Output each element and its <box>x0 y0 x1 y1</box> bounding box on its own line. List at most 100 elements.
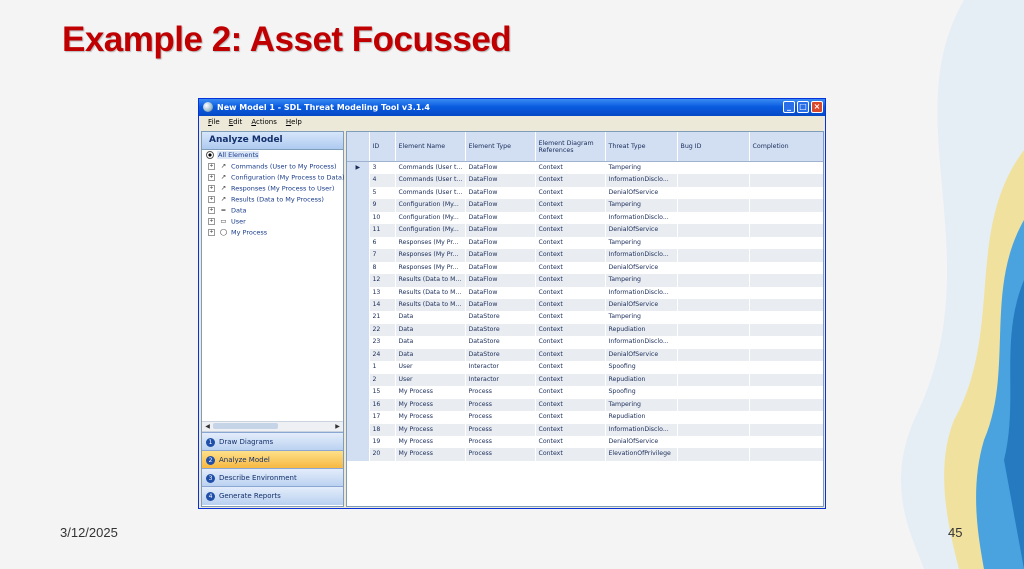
table-cell <box>677 274 750 287</box>
scroll-right-icon[interactable]: ▶ <box>333 422 342 431</box>
table-row[interactable]: 24 Data DataStore Context DenialOfService <box>347 348 823 362</box>
tree-root-all-elements[interactable]: All Elements <box>202 150 343 161</box>
column-header-element-diagram-references[interactable]: Element Diagram References <box>535 132 606 162</box>
maximize-icon[interactable]: □ <box>797 101 809 113</box>
table-cell: Results (Data to M... <box>395 274 466 287</box>
table-row[interactable]: 20 My Process Process Context ElevationOfPri… <box>347 448 823 461</box>
expand-icon[interactable]: + <box>208 207 215 214</box>
table-row[interactable]: 14 Results (Data to M... DataFlow Context De… <box>347 298 823 312</box>
expand-icon[interactable]: + <box>208 174 215 181</box>
column-header-id[interactable]: ID <box>369 132 396 162</box>
table-row[interactable]: 18 My Process Process Context InformationDis… <box>347 423 823 436</box>
nav-generate-reports[interactable]: 4 Generate Reports <box>202 486 343 505</box>
nav-analyze-model[interactable]: 2 Analyze Model <box>202 450 343 469</box>
menu-item-file[interactable]: File <box>208 118 220 126</box>
table-cell <box>677 311 750 324</box>
table-cell: Results (Data to M... <box>395 286 466 299</box>
row-header-cell[interactable] <box>347 174 370 187</box>
table-row[interactable]: 6 Responses (My Pr... DataFlow Context Tampe… <box>347 236 823 250</box>
table-row[interactable]: 2 User Interactor Context Repudiation <box>347 373 823 387</box>
tree-item[interactable]: + ◯ My Process <box>202 227 343 238</box>
column-header-completion[interactable]: Completion <box>749 132 823 162</box>
table-row[interactable]: 11 Configuration (My... DataFlow Context Den… <box>347 224 823 237</box>
expand-icon[interactable]: + <box>208 218 215 225</box>
expand-icon[interactable]: + <box>208 196 215 203</box>
table-row[interactable]: 5 Commands (User t... DataFlow Context Denia… <box>347 186 823 200</box>
table-row[interactable]: 16 My Process Process Context Tampering <box>347 398 823 412</box>
table-row[interactable]: 12 Results (Data to M... DataFlow Context Ta… <box>347 274 823 287</box>
row-header-cell[interactable] <box>347 323 370 337</box>
row-header-cell[interactable] <box>347 261 370 275</box>
row-header-cell[interactable] <box>347 249 370 262</box>
interactor-icon: ▭ <box>220 217 227 225</box>
table-cell: 24 <box>369 348 396 362</box>
row-header-cell[interactable] <box>347 361 370 374</box>
column-header-bug-id[interactable]: Bug ID <box>677 132 750 162</box>
expand-icon[interactable]: + <box>208 163 215 170</box>
minimize-icon[interactable]: _ <box>783 101 795 113</box>
row-header-cell[interactable] <box>347 411 370 424</box>
column-header-element-type[interactable]: Element Type <box>465 132 536 162</box>
table-row[interactable]: 21 Data DataStore Context Tampering <box>347 311 823 324</box>
row-header-cell[interactable] <box>347 199 370 212</box>
nav-describe-environment[interactable]: 3 Describe Environment <box>202 468 343 487</box>
row-header-cell[interactable] <box>347 224 370 237</box>
table-row[interactable]: 10 Configuration (My... DataFlow Context Inf… <box>347 211 823 225</box>
expand-icon[interactable]: + <box>208 229 215 236</box>
table-cell <box>749 386 823 399</box>
menu-item-help[interactable]: Help <box>286 118 302 126</box>
row-header-cell[interactable] <box>347 386 370 399</box>
table-cell: Context <box>535 261 606 275</box>
row-header-cell[interactable] <box>347 186 370 200</box>
table-cell: Context <box>535 336 606 349</box>
table-row[interactable]: 1 User Interactor Context Spoofing <box>347 361 823 374</box>
row-header-cell[interactable] <box>347 286 370 299</box>
tree-item[interactable]: + ↗ Configuration (My Process to Data) <box>202 172 345 183</box>
table-cell <box>749 348 823 362</box>
table-cell <box>677 261 750 275</box>
row-header-cell[interactable] <box>347 398 370 412</box>
table-row[interactable]: 7 Responses (My Pr... DataFlow Context Infor… <box>347 249 823 262</box>
row-header-cell[interactable] <box>347 298 370 312</box>
row-header-cell[interactable] <box>347 348 370 362</box>
row-header-cell[interactable] <box>347 373 370 387</box>
row-header-cell[interactable] <box>347 211 370 225</box>
expand-icon[interactable]: + <box>208 185 215 192</box>
close-icon[interactable]: × <box>811 101 823 113</box>
tree-item[interactable]: + ↗ Results (Data to My Process) <box>202 194 343 205</box>
table-row[interactable]: 22 Data DataStore Context Repudiation <box>347 323 823 337</box>
table-cell <box>677 373 750 387</box>
table-row[interactable]: 19 My Process Process Context DenialOfServic… <box>347 435 823 449</box>
tree-horizontal-scrollbar[interactable]: ◀ ▶ <box>202 421 343 432</box>
table-row[interactable]: ▶ 3 Commands (User t... DataFlow Context Tamp… <box>347 161 823 175</box>
tree-item[interactable]: + ═ Data <box>202 205 343 216</box>
row-header-cell[interactable] <box>347 274 370 287</box>
row-header-cell[interactable] <box>347 423 370 436</box>
tree-item[interactable]: + ↗ Responses (My Process to User) <box>202 183 343 194</box>
table-cell: Tampering <box>605 274 678 287</box>
nav-draw-diagrams[interactable]: 1 Draw Diagrams <box>202 432 343 451</box>
table-cell: InformationDisclo... <box>605 336 678 349</box>
row-header-cell[interactable] <box>347 236 370 250</box>
window-titlebar[interactable]: New Model 1 - SDL Threat Modeling Tool v… <box>199 99 825 116</box>
row-header-cell[interactable] <box>347 435 370 449</box>
row-header-cell[interactable] <box>347 311 370 324</box>
column-header-element-name[interactable]: Element Name <box>395 132 466 162</box>
table-row[interactable]: 9 Configuration (My... DataFlow Context Tamp… <box>347 199 823 212</box>
table-row[interactable]: 13 Results (Data to M... DataFlow Context In… <box>347 286 823 299</box>
table-row[interactable]: 8 Responses (My Pr... DataFlow Context Denia… <box>347 261 823 275</box>
table-row[interactable]: 4 Commands (User t... DataFlow Context Infor… <box>347 174 823 187</box>
row-header-cell[interactable]: ▶ <box>347 161 370 175</box>
column-header-threat-type[interactable]: Threat Type <box>605 132 678 162</box>
scroll-left-icon[interactable]: ◀ <box>203 422 212 431</box>
tree-item[interactable]: + ↗ Commands (User to My Process) <box>202 161 343 172</box>
table-row[interactable]: 15 My Process Process Context Spoofing <box>347 386 823 399</box>
table-row[interactable]: 23 Data DataStore Context InformationDisclo.… <box>347 336 823 349</box>
menu-item-actions[interactable]: Actions <box>251 118 277 126</box>
row-header-cell[interactable] <box>347 336 370 349</box>
row-header-cell[interactable] <box>347 448 370 461</box>
menu-item-edit[interactable]: Edit <box>229 118 243 126</box>
tree-item[interactable]: + ▭ User <box>202 216 343 227</box>
table-row[interactable]: 17 My Process Process Context Repudiation <box>347 411 823 424</box>
scroll-thumb[interactable] <box>213 423 278 429</box>
